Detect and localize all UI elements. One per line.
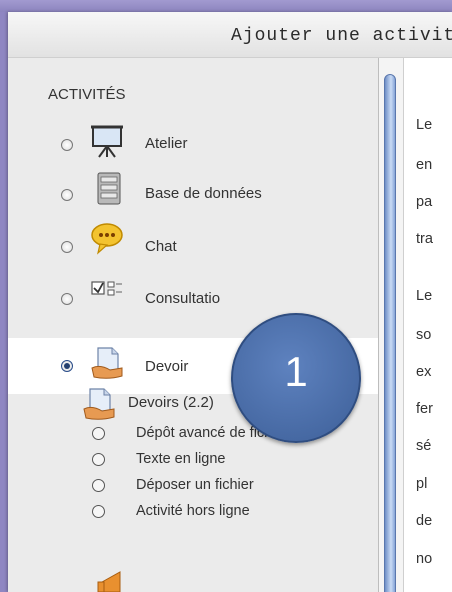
callout-number-badge: 1 bbox=[231, 313, 361, 443]
activity-label: Atelier bbox=[145, 135, 188, 152]
activity-radio-selected[interactable] bbox=[61, 360, 73, 372]
legacy-option-online-text[interactable]: Texte en ligne bbox=[84, 447, 374, 473]
dialog-titlebar: Ajouter une activité bbox=[8, 12, 452, 58]
chat-bubble-icon bbox=[91, 223, 123, 255]
description-text: Le bbox=[416, 117, 433, 133]
activity-option-atelier[interactable]: Atelier bbox=[8, 120, 378, 170]
description-text: fer bbox=[416, 401, 433, 417]
activity-option-chat[interactable]: Chat bbox=[8, 220, 378, 270]
activity-description-pane: Le en pa tra Le so ex fer sé pl de no bbox=[404, 58, 452, 592]
assignment-hand-icon bbox=[83, 388, 115, 420]
legacy-option-upload-file[interactable]: Déposer un fichier bbox=[84, 473, 374, 499]
activity-radio[interactable] bbox=[92, 453, 105, 466]
easel-icon bbox=[91, 125, 123, 158]
activity-radio[interactable] bbox=[92, 479, 105, 492]
activity-radio[interactable] bbox=[61, 293, 73, 305]
activity-radio[interactable] bbox=[61, 139, 73, 151]
description-text: en bbox=[416, 157, 433, 173]
legacy-option-label: Activité hors ligne bbox=[136, 503, 250, 519]
add-activity-dialog: Ajouter une activité ACTIVITÉS Atelier B… bbox=[8, 12, 452, 592]
assignment-hand-icon bbox=[91, 347, 123, 379]
activity-radio[interactable] bbox=[92, 505, 105, 518]
checkbox-list-icon bbox=[91, 281, 122, 296]
activity-label: Consultatio bbox=[145, 290, 221, 307]
description-text: pl bbox=[416, 476, 428, 492]
description-text: sé bbox=[416, 438, 432, 454]
description-text: no bbox=[416, 551, 433, 567]
activity-label: Base de données bbox=[145, 185, 262, 202]
scrollbar-thumb[interactable] bbox=[384, 74, 396, 592]
description-text: pa bbox=[416, 194, 433, 210]
callout-number: 1 bbox=[284, 348, 308, 395]
description-text: de bbox=[416, 513, 433, 529]
legacy-option-label: Déposer un fichier bbox=[136, 477, 254, 493]
megaphone-icon bbox=[97, 571, 121, 592]
activities-section-title: ACTIVITÉS bbox=[48, 86, 126, 103]
description-text: Le bbox=[416, 288, 433, 304]
description-text: ex bbox=[416, 364, 432, 380]
activity-option-database[interactable]: Base de données bbox=[8, 170, 378, 220]
description-scrollbar[interactable] bbox=[378, 58, 404, 592]
background-window-strip bbox=[0, 0, 452, 12]
activity-label: Devoir bbox=[145, 358, 189, 375]
activity-label: Chat bbox=[145, 238, 177, 255]
activity-option-consultation[interactable]: Consultatio bbox=[8, 270, 378, 320]
activity-radio[interactable] bbox=[61, 241, 73, 253]
dialog-title: Ajouter une activité bbox=[231, 26, 452, 46]
description-text: so bbox=[416, 327, 432, 343]
description-text: tra bbox=[416, 231, 433, 247]
database-icon bbox=[97, 172, 121, 205]
activity-radio[interactable] bbox=[61, 189, 73, 201]
legacy-option-offline[interactable]: Activité hors ligne bbox=[84, 499, 374, 525]
legacy-assignments-title: Devoirs (2.2) bbox=[128, 394, 214, 411]
activity-radio[interactable] bbox=[92, 427, 105, 440]
legacy-option-label: Texte en ligne bbox=[136, 451, 226, 467]
